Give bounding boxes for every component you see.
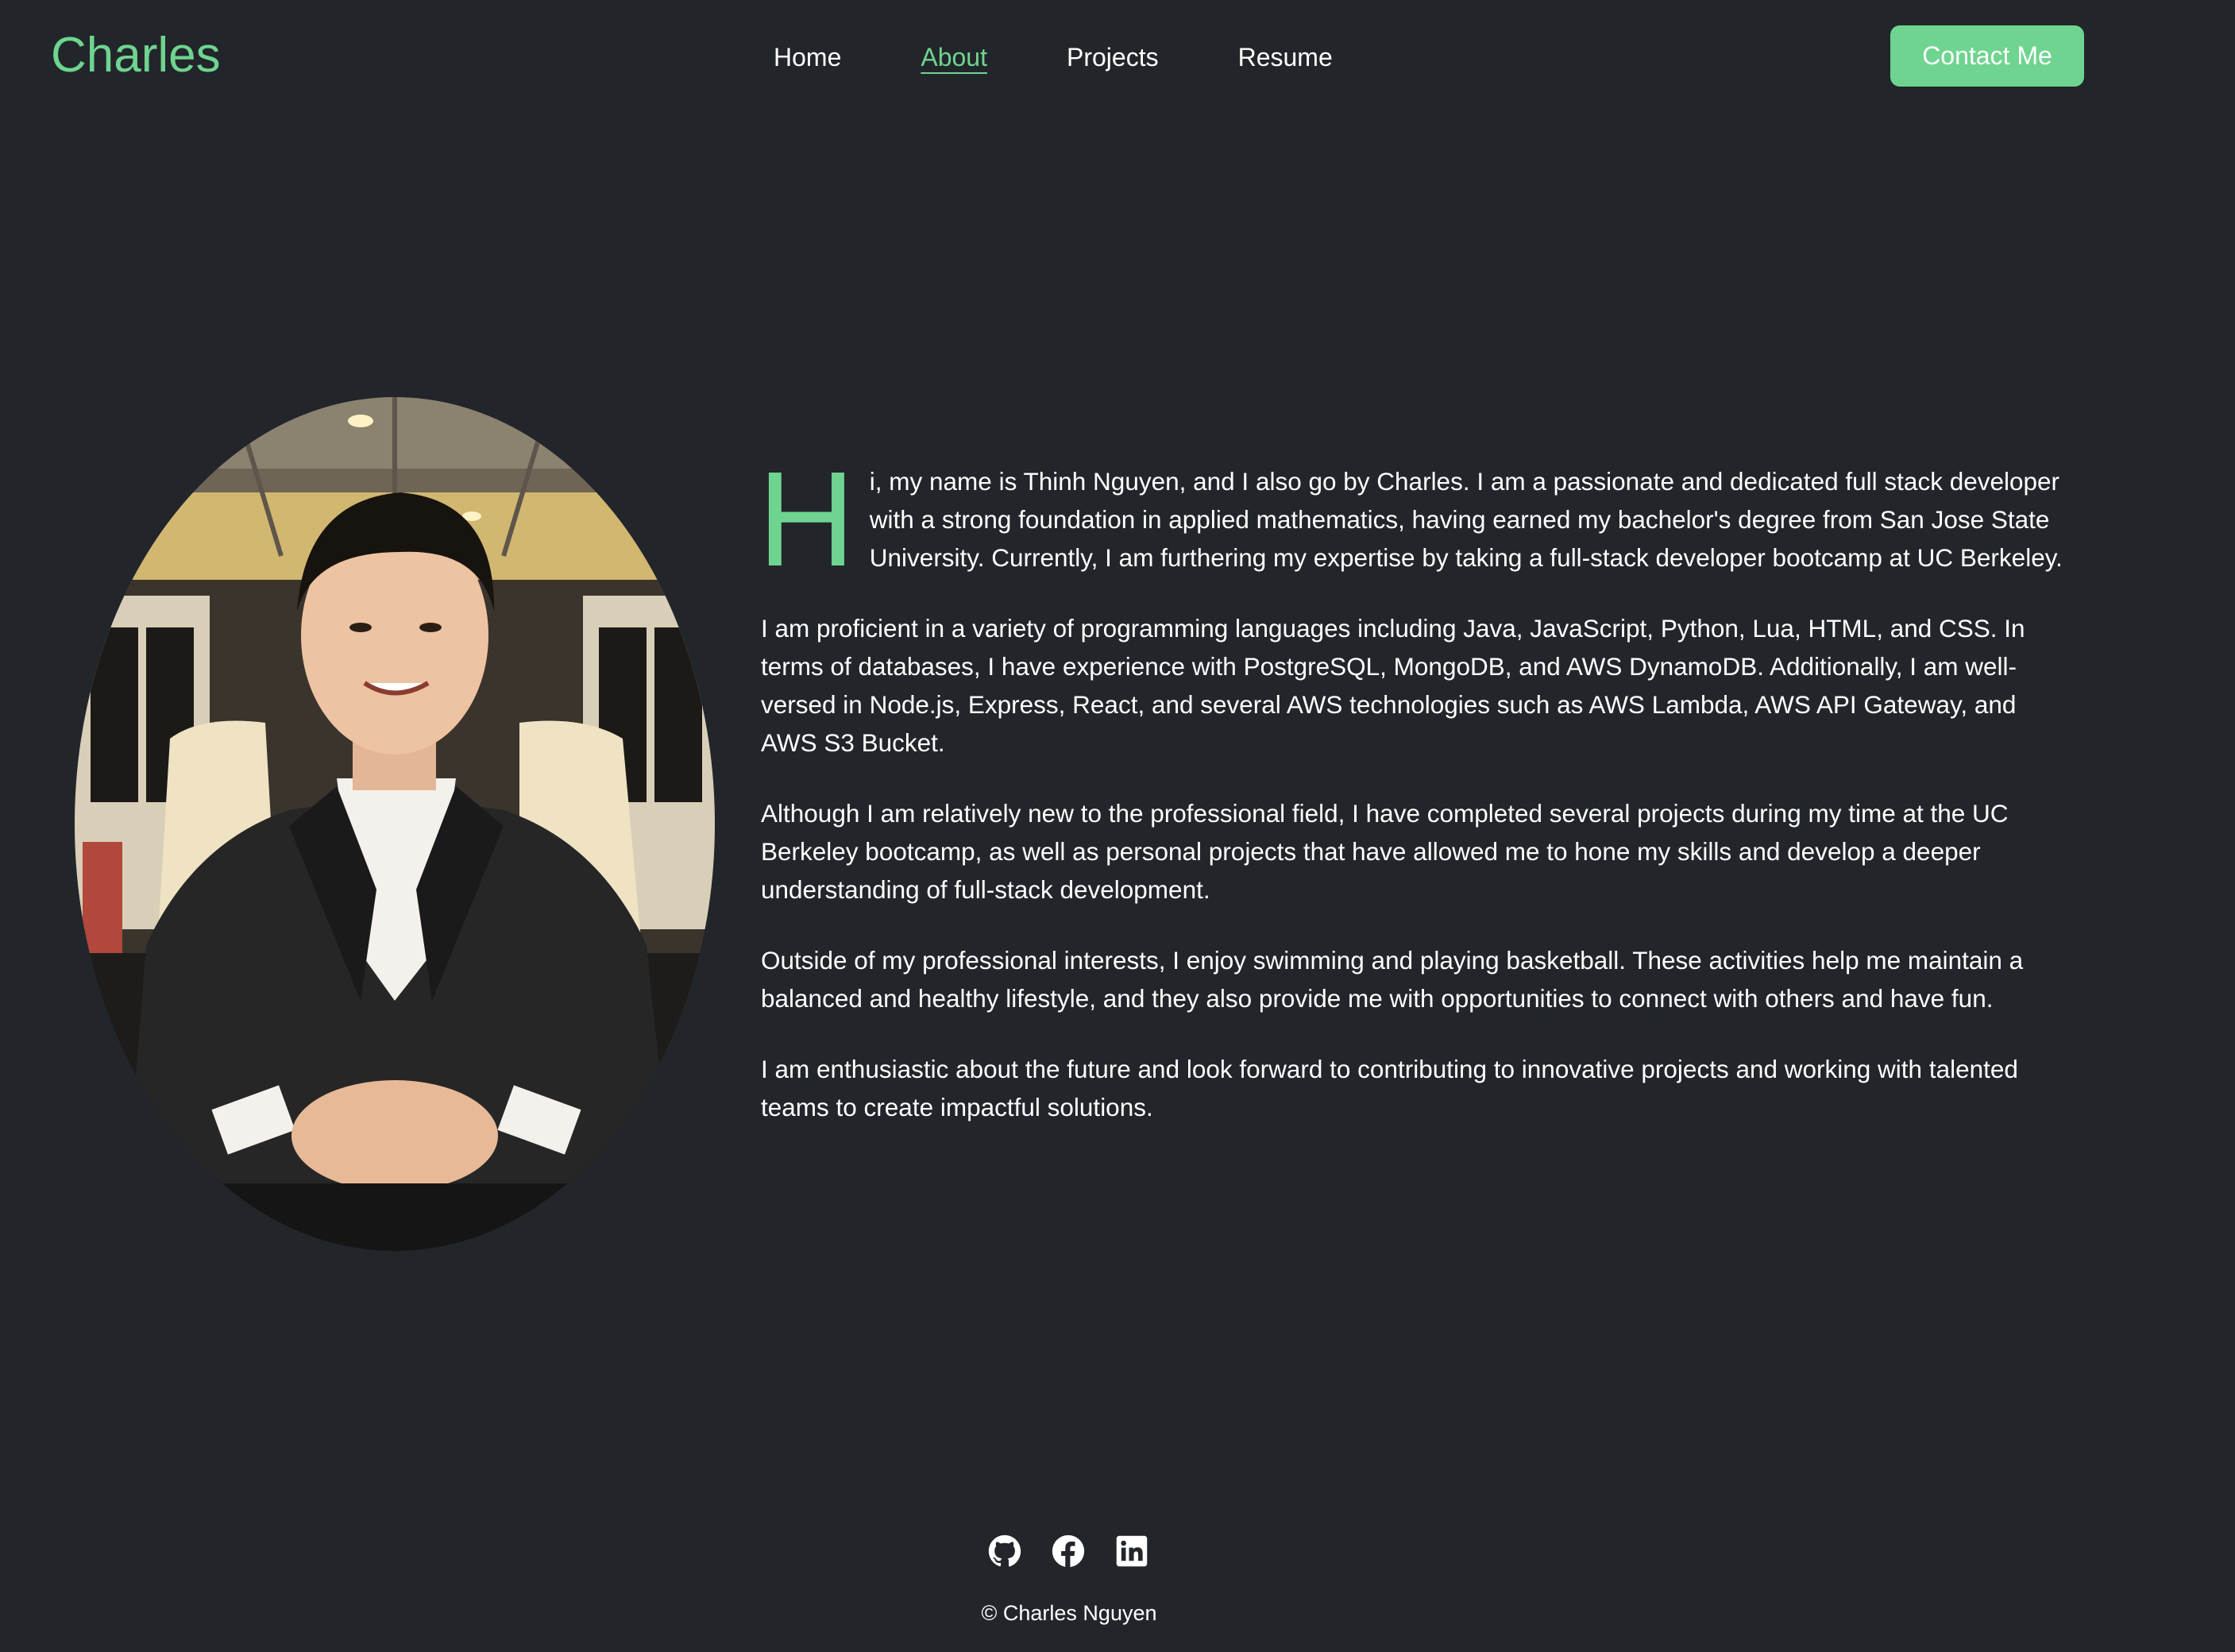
page: Charles Home About Projects Resume Conta… — [0, 0, 2235, 1652]
linkedin-link[interactable] — [1115, 1534, 1148, 1568]
nav-about[interactable]: About — [921, 35, 987, 79]
brand-logo[interactable]: Charles — [51, 24, 221, 87]
about-paragraph-3: Although I am relatively new to the prof… — [761, 799, 2009, 904]
nav-home[interactable]: Home — [774, 35, 841, 79]
linkedin-icon — [1116, 1535, 1148, 1567]
dropcap-letter: H — [758, 444, 855, 595]
facebook-link[interactable] — [1052, 1534, 1085, 1568]
about-section: Hi, my name is Thinh Nguyen, and I also … — [758, 444, 2063, 1159]
about-paragraph-1: Hi, my name is Thinh Nguyen, and I also … — [758, 444, 2063, 595]
about-paragraph-5: I am enthusiastic about the future and l… — [761, 1055, 2018, 1121]
github-icon — [988, 1534, 1021, 1567]
facebook-icon — [1052, 1534, 1085, 1568]
about-paragraph-2: I am proficient in a variety of programm… — [761, 614, 2025, 757]
about-intro-text: i, my name is Thinh Nguyen, and I also g… — [869, 467, 2063, 572]
profile-photo — [75, 397, 715, 1251]
nav-resume[interactable]: Resume — [1238, 35, 1333, 79]
social-links — [988, 1534, 1148, 1568]
copyright-text: © Charles Nguyen — [981, 1601, 1157, 1625]
contact-me-button[interactable]: Contact Me — [1890, 25, 2084, 87]
about-paragraph-4: Outside of my professional interests, I … — [761, 946, 2024, 1013]
github-link[interactable] — [988, 1534, 1021, 1568]
main-nav: Home About Projects Resume — [774, 35, 1333, 79]
nav-projects[interactable]: Projects — [1067, 35, 1159, 79]
